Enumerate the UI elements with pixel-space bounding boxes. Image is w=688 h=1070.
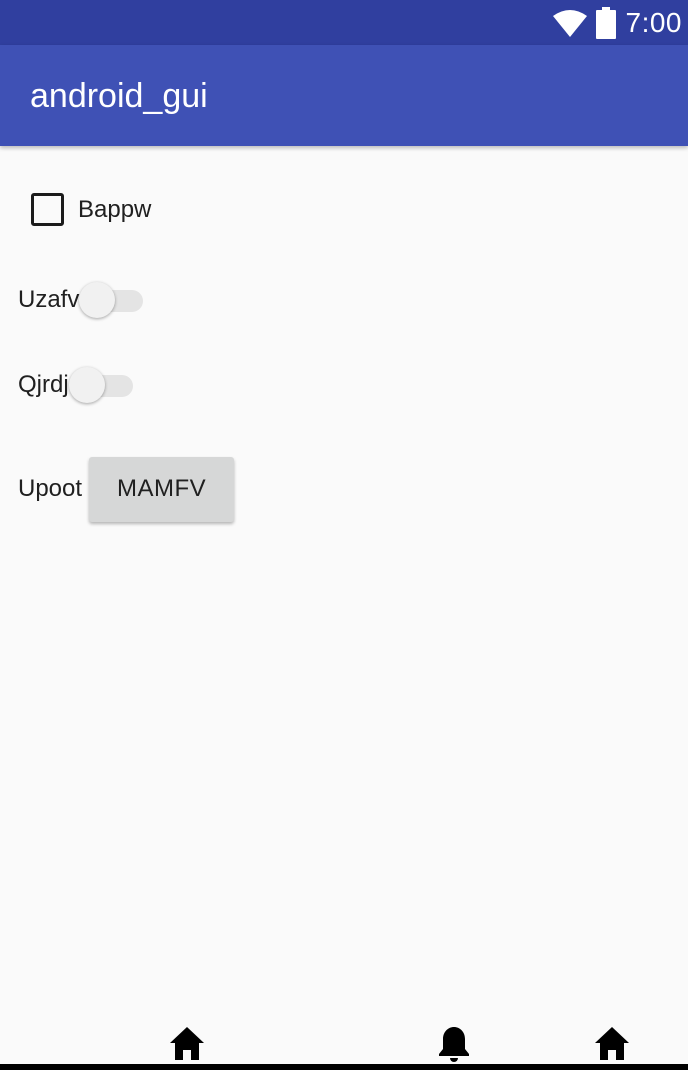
home-icon[interactable] bbox=[592, 1024, 632, 1064]
switch-thumb[interactable] bbox=[79, 282, 116, 318]
bell-icon[interactable] bbox=[434, 1024, 474, 1064]
upoot-row: Upoot MAMFV bbox=[18, 455, 235, 523]
checkbox-label: Bappw bbox=[78, 195, 152, 223]
button-row-label: Upoot bbox=[18, 475, 83, 502]
qjrdj-switch[interactable] bbox=[68, 365, 135, 405]
battery-icon bbox=[595, 6, 616, 39]
uzafv-switch-row: Uzafv bbox=[18, 280, 145, 320]
status-icons: 7:00 bbox=[552, 0, 683, 45]
mamfv-button[interactable]: MAMFV bbox=[89, 456, 235, 522]
switch-label: Uzafv bbox=[18, 286, 80, 313]
wifi-icon bbox=[552, 9, 587, 37]
bottom-divider bbox=[0, 1064, 688, 1070]
status-bar: 7:00 bbox=[0, 0, 688, 45]
app-bar: android_gui bbox=[0, 45, 688, 146]
uzafv-switch[interactable] bbox=[79, 280, 145, 320]
app-title: android_gui bbox=[30, 77, 208, 115]
home-icon[interactable] bbox=[167, 1024, 207, 1064]
switch-thumb[interactable] bbox=[68, 367, 105, 403]
switch-label: Qjrdj bbox=[18, 371, 69, 398]
qjrdj-switch-row: Qjrdj bbox=[18, 365, 135, 405]
checkbox-box[interactable] bbox=[31, 193, 64, 226]
bappw-checkbox[interactable]: Bappw bbox=[31, 193, 151, 226]
status-time: 7:00 bbox=[625, 6, 682, 38]
